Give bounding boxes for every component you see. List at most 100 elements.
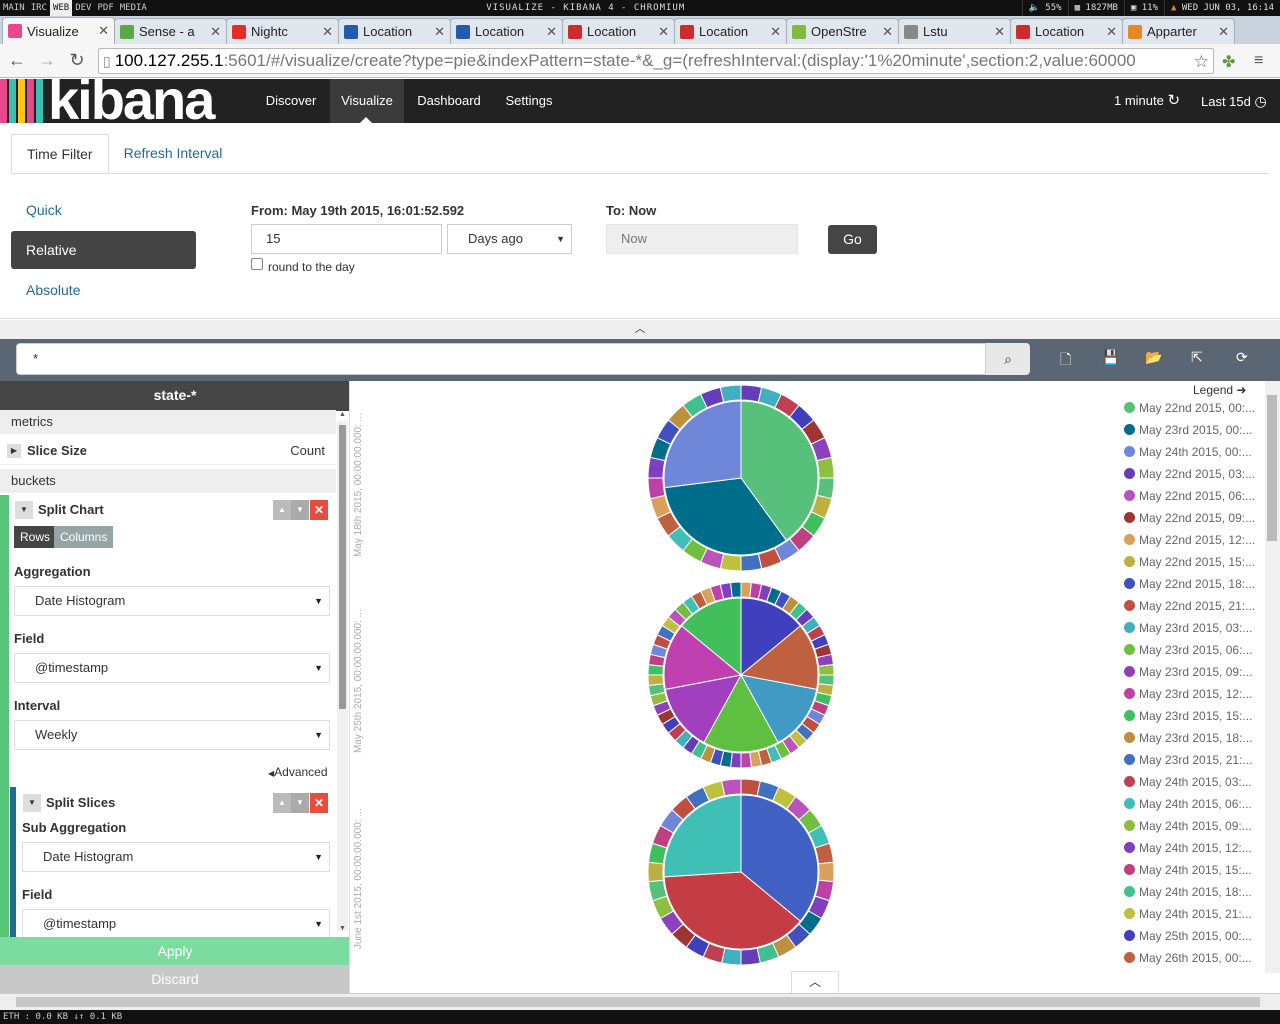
pie-outer-slice[interactable]: [818, 861, 835, 883]
close-tab-icon[interactable]: ✕: [98, 23, 109, 39]
open-folder-icon[interactable]: 📂: [1145, 349, 1162, 366]
legend-item[interactable]: May 22nd 2015, 21:...: [1124, 598, 1274, 614]
legend-item[interactable]: May 24th 2015, 09:...: [1124, 818, 1274, 834]
mode-relative[interactable]: Relative: [11, 231, 196, 269]
legend-item[interactable]: May 25th 2015, 00:...: [1124, 928, 1274, 944]
pie-outer-slice[interactable]: [721, 778, 742, 797]
workspace-web[interactable]: WEB: [49, 0, 73, 16]
bookmark-star-icon[interactable]: ☆: [1194, 52, 1209, 72]
collapse-icon[interactable]: ▼: [23, 794, 41, 812]
legend-item[interactable]: May 24th 2015, 15:...: [1124, 862, 1274, 878]
save-icon[interactable]: 💾: [1102, 349, 1119, 366]
mode-absolute[interactable]: Absolute: [26, 282, 80, 298]
pie-outer-slice[interactable]: [817, 664, 835, 676]
nav-settings[interactable]: Settings: [494, 79, 564, 123]
scroll-up-icon[interactable]: ▲: [339, 411, 346, 418]
legend-item[interactable]: May 24th 2015, 03:...: [1124, 774, 1274, 790]
close-tab-icon[interactable]: ✕: [882, 24, 893, 40]
workspace-pdf[interactable]: PDF: [94, 0, 116, 16]
remove-button[interactable]: ✕: [310, 500, 328, 520]
legend-item[interactable]: May 22nd 2015, 15:...: [1124, 554, 1274, 570]
address-bar[interactable]: ▯ 100.127.255.1:5601/#/visualize/create?…: [98, 48, 1214, 74]
legend-item[interactable]: May 24th 2015, 18:...: [1124, 884, 1274, 900]
pie-outer-slice[interactable]: [719, 384, 742, 403]
close-tab-icon[interactable]: ✕: [210, 24, 221, 40]
field-select[interactable]: @timestamp ▼: [14, 653, 330, 683]
browser-tab[interactable]: OpenStre ✕: [786, 18, 899, 44]
tab-refresh-interval[interactable]: Refresh Interval: [109, 134, 238, 174]
from-count-input[interactable]: 15: [251, 224, 442, 254]
browser-tab[interactable]: Lstu ✕: [898, 18, 1011, 44]
pie-outer-slice[interactable]: [740, 751, 752, 769]
pie-outer-slice[interactable]: [740, 947, 761, 966]
slice-size-row[interactable]: ▶ Slice Size Count: [0, 437, 336, 465]
legend-toggle[interactable]: Legend ➜: [1193, 383, 1246, 397]
aggregation-select[interactable]: Date Histogram ▼: [14, 586, 330, 616]
legend-item[interactable]: May 23rd 2015, 21:...: [1124, 752, 1274, 768]
advanced-toggle[interactable]: ◀Advanced: [268, 765, 328, 779]
extension-icon[interactable]: ✤: [1222, 52, 1235, 72]
workspace-media[interactable]: MEDIA: [117, 0, 150, 16]
browser-tab[interactable]: Sense - a ✕: [114, 18, 227, 44]
forward-icon[interactable]: →: [34, 48, 60, 74]
pie-outer-slice[interactable]: [816, 456, 835, 479]
legend-item[interactable]: May 23rd 2015, 09:...: [1124, 664, 1274, 680]
browser-tab[interactable]: Location ✕: [674, 18, 787, 44]
to-input[interactable]: Now: [606, 224, 798, 254]
legend-item[interactable]: May 24th 2015, 00:...: [1124, 444, 1274, 460]
horizontal-scroll-thumb[interactable]: [16, 997, 1260, 1007]
legend-item[interactable]: May 22nd 2015, 03:...: [1124, 466, 1274, 482]
pie-outer-slice[interactable]: [740, 553, 763, 572]
legend-item[interactable]: May 23rd 2015, 15:...: [1124, 708, 1274, 724]
nav-discover[interactable]: Discover: [254, 79, 328, 123]
collapse-time-filter-toggle[interactable]: ︿: [0, 320, 1280, 339]
sidebar-scroll-thumb[interactable]: [339, 425, 346, 709]
browser-tab[interactable]: Visualize ✕: [2, 17, 115, 44]
columns-toggle[interactable]: Columns: [54, 526, 114, 548]
from-unit-select[interactable]: Days ago ▼: [447, 224, 572, 254]
legend-item[interactable]: May 22nd 2015, 12:...: [1124, 532, 1274, 548]
browser-tab[interactable]: Nightc ✕: [226, 18, 339, 44]
legend-item[interactable]: May 23rd 2015, 03:...: [1124, 620, 1274, 636]
legend-scroll-thumb[interactable]: [1267, 395, 1277, 541]
refresh-interval-button[interactable]: 1 minute ↻: [1114, 79, 1180, 123]
legend-item[interactable]: May 24th 2015, 12:...: [1124, 840, 1274, 856]
legend-item[interactable]: May 23rd 2015, 00:...: [1124, 422, 1274, 438]
pie-outer-slice[interactable]: [647, 861, 664, 883]
reload-icon[interactable]: ↻: [64, 48, 90, 74]
interval-select[interactable]: Weekly ▼: [14, 720, 330, 750]
legend-item[interactable]: May 24th 2015, 06:...: [1124, 796, 1274, 812]
legend-item[interactable]: May 23rd 2015, 12:...: [1124, 686, 1274, 702]
sub-field-select[interactable]: @timestamp ▼: [22, 909, 330, 939]
search-button[interactable]: ⌕: [986, 343, 1030, 375]
legend-item[interactable]: May 23rd 2015, 18:...: [1124, 730, 1274, 746]
time-range-button[interactable]: Last 15d ◷: [1201, 79, 1267, 123]
move-up-button[interactable]: ▲: [273, 793, 291, 813]
workspace-main[interactable]: MAIN: [0, 0, 28, 16]
browser-tab[interactable]: Location ✕: [338, 18, 451, 44]
browser-tab[interactable]: Apparter ✕: [1122, 18, 1235, 44]
refresh-visualization-icon[interactable]: ⟳: [1236, 349, 1248, 366]
legend-item[interactable]: May 23rd 2015, 06:...: [1124, 642, 1274, 658]
move-down-button[interactable]: ▼: [291, 793, 309, 813]
pie-outer-slice[interactable]: [647, 674, 665, 686]
new-visualization-icon[interactable]: 🗋: [1060, 349, 1071, 373]
share-icon[interactable]: ⇱: [1191, 349, 1203, 366]
browser-tab[interactable]: Location ✕: [450, 18, 563, 44]
mode-quick[interactable]: Quick: [26, 202, 62, 218]
legend-item[interactable]: May 24th 2015, 21:...: [1124, 906, 1274, 922]
close-tab-icon[interactable]: ✕: [994, 24, 1005, 40]
remove-button[interactable]: ✕: [310, 793, 328, 813]
kibana-logo[interactable]: kibana: [0, 79, 236, 123]
browser-tab[interactable]: Location ✕: [1010, 18, 1123, 44]
round-checkbox[interactable]: [251, 258, 263, 270]
close-tab-icon[interactable]: ✕: [1106, 24, 1117, 40]
close-tab-icon[interactable]: ✕: [434, 24, 445, 40]
move-down-button[interactable]: ▼: [291, 500, 309, 520]
apply-button[interactable]: Apply: [0, 937, 349, 965]
legend-scrollbar[interactable]: [1265, 381, 1280, 973]
workspace-irc[interactable]: IRC: [28, 0, 50, 16]
move-up-button[interactable]: ▲: [273, 500, 291, 520]
workspace-dev[interactable]: DEV: [72, 0, 94, 16]
spy-toggle-button[interactable]: ︿: [791, 971, 839, 993]
